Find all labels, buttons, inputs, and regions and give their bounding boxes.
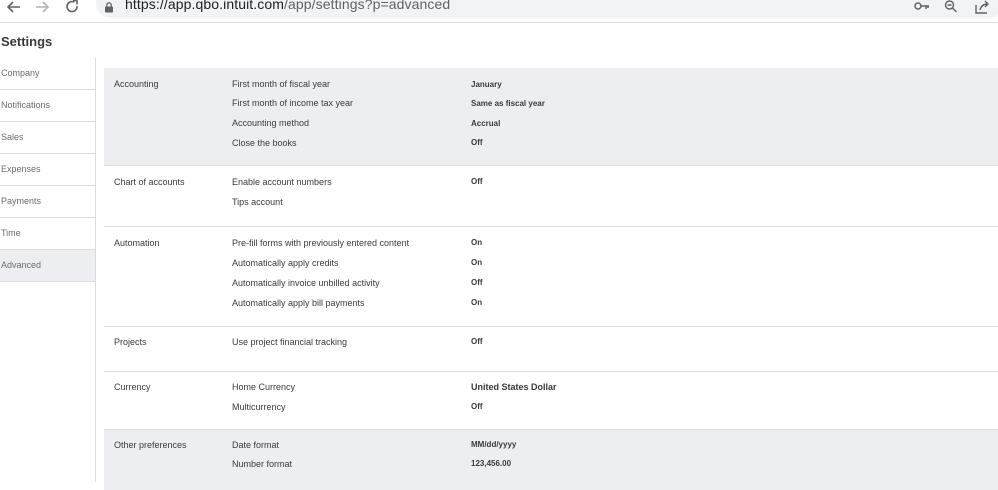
row-label-income-tax-year: First month of income tax year [232,98,354,108]
section-title-automation: Automation [114,238,160,248]
address-bar-url[interactable]: https://app.qbo.intuit.com/app/settings?… [125,0,450,12]
section-automation[interactable]: Automation Pre-fill forms with previousl… [104,227,998,327]
url-path: /app/settings?p=advanced [284,0,451,12]
row-label-home-currency: Home Currency [232,382,296,392]
row-value-date-format: MM/dd/yyyy [471,440,517,449]
page-title: Settings [1,34,53,49]
row-value-bill-payments: On [471,298,483,307]
row-value-home-currency: United States Dollar [471,382,557,392]
sidebar-item-payments[interactable]: Payments [0,186,95,218]
row-value-project-tracking: Off [471,337,483,346]
row-label-bill-payments: Automatically apply bill payments [232,298,365,308]
section-projects[interactable]: Projects Use project financial tracking … [104,327,998,372]
sidebar-item-expenses[interactable]: Expenses [0,154,95,186]
row-label-account-numbers: Enable account numbers [232,177,332,187]
row-value-account-numbers: Off [471,177,483,186]
section-title-other-preferences: Other preferences [114,440,187,450]
url-host: https://app.qbo.intuit.com [125,0,285,12]
row-value-income-tax-year: Same as fiscal year [471,99,545,108]
row-value-apply-credits: On [471,258,483,267]
reload-icon[interactable] [62,0,82,14]
key-icon[interactable] [914,0,932,14]
row-label-tips-account: Tips account [232,197,283,207]
section-title-projects: Projects [114,337,147,347]
section-title-currency: Currency [114,382,151,392]
back-arrow-icon[interactable] [4,0,24,14]
row-value-multicurrency: Off [471,402,483,411]
sidebar-item-time[interactable]: Time [0,218,95,250]
share-icon[interactable] [974,0,992,14]
row-label-invoice-unbilled: Automatically invoice unbilled activity [232,278,380,288]
row-value-close-books: Off [471,138,483,147]
row-value-accounting-method: Accrual [471,119,501,128]
row-label-date-format: Date format [232,440,280,450]
row-label-accounting-method: Accounting method [232,118,310,128]
settings-sidebar: Company Notifications Sales Expenses Pay… [0,58,96,482]
row-label-close-books: Close the books [232,138,297,148]
section-title-chart-of-accounts: Chart of accounts [114,177,185,187]
section-accounting[interactable]: Accounting First month of fiscal year Ja… [104,68,998,166]
section-chart-of-accounts[interactable]: Chart of accounts Enable account numbers… [104,166,998,227]
settings-content: Accounting First month of fiscal year Ja… [104,68,998,490]
row-label-apply-credits: Automatically apply credits [232,258,339,268]
lock-icon [104,0,114,18]
sidebar-item-notifications[interactable]: Notifications [0,90,95,122]
row-label-number-format: Number format [232,459,293,469]
row-value-prefill-forms: On [471,238,483,247]
row-value-invoice-unbilled: Off [471,278,483,287]
row-value-fiscal-year: January [471,80,502,89]
browser-toolbar: https://app.qbo.intuit.com/app/settings?… [0,0,998,23]
row-label-prefill-forms: Pre-fill forms with previously entered c… [232,238,410,248]
sidebar-item-company[interactable]: Company [0,58,95,90]
section-other-preferences[interactable]: Other preferences Date format MM/dd/yyyy… [104,430,998,490]
zoom-out-icon[interactable] [944,0,962,14]
row-label-project-tracking: Use project financial tracking [232,337,348,347]
sidebar-item-advanced[interactable]: Advanced [0,250,95,282]
row-value-number-format: 123,456.00 [471,459,512,468]
row-label-multicurrency: Multicurrency [232,402,286,412]
section-currency[interactable]: Currency Home Currency United States Dol… [104,372,998,430]
forward-arrow-icon[interactable] [32,0,52,14]
row-label-fiscal-year: First month of fiscal year [232,79,331,89]
section-title-accounting: Accounting [114,79,159,89]
sidebar-item-sales[interactable]: Sales [0,122,95,154]
